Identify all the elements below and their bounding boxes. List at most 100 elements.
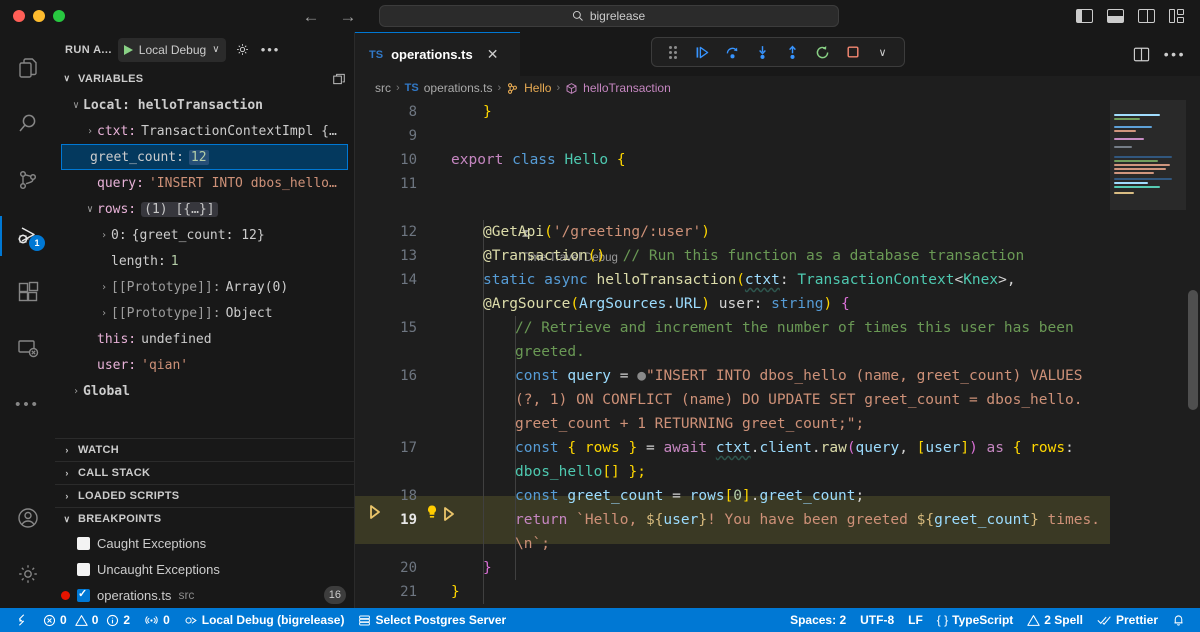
status-postgres-server[interactable]: Select Postgres Server bbox=[351, 608, 513, 632]
ellipsis-icon: ••• bbox=[15, 395, 40, 413]
ellipsis-icon[interactable]: ••• bbox=[1164, 46, 1186, 62]
split-editor-icon[interactable] bbox=[1133, 47, 1150, 62]
variable-row-ctxt[interactable]: › ctxt: TransactionContextImpl {… bbox=[55, 118, 354, 144]
status-spell-check[interactable]: 2 Spell bbox=[1020, 608, 1090, 632]
sidebar-item-source-control[interactable] bbox=[0, 152, 55, 208]
section-breakpoints-header[interactable]: ∨ BREAKPOINTS bbox=[55, 507, 354, 530]
chevron-right-icon[interactable]: › bbox=[83, 126, 97, 137]
status-language-mode[interactable]: { } TypeScript bbox=[930, 608, 1020, 632]
chevron-right-icon[interactable]: › bbox=[97, 282, 111, 293]
open-launch-config-button[interactable] bbox=[232, 39, 254, 61]
status-encoding[interactable]: UTF-8 bbox=[853, 608, 901, 632]
sidebar-more-actions-button[interactable]: ••• bbox=[260, 39, 282, 61]
variable-row-index-0[interactable]: › 0: {greet_count: 12} bbox=[55, 222, 354, 248]
settings-button[interactable] bbox=[0, 546, 55, 602]
breadcrumb-item-class[interactable]: Hello bbox=[524, 81, 551, 95]
section-variables-header[interactable]: ∨ VARIABLES bbox=[55, 67, 354, 90]
error-icon bbox=[43, 614, 56, 626]
quick-open-value: bigrelease bbox=[589, 9, 646, 23]
code-content[interactable]: } export class Hello { ⧗ Time Travel Deb… bbox=[428, 100, 1200, 608]
section-loaded-scripts-header[interactable]: › LOADED SCRIPTS bbox=[55, 484, 354, 507]
split-view-icon[interactable] bbox=[332, 72, 346, 86]
sidebar-item-run-and-debug[interactable]: 1 bbox=[0, 208, 55, 264]
stop-button[interactable] bbox=[840, 40, 866, 64]
variable-row-greet-count[interactable]: greet_count: 12 bbox=[61, 144, 348, 170]
variable-row-query[interactable]: query: 'INSERT INTO dbos_hello… bbox=[55, 170, 354, 196]
maximize-window-button[interactable] bbox=[53, 10, 65, 22]
play-icon[interactable] bbox=[123, 44, 133, 55]
restart-icon bbox=[816, 45, 829, 58]
chevron-down-icon[interactable]: ∨ bbox=[69, 100, 83, 111]
breakpoint-operations-ts[interactable]: operations.ts src 16 bbox=[55, 582, 354, 608]
toggle-primary-sidebar-icon[interactable] bbox=[1076, 9, 1093, 23]
step-over-button[interactable] bbox=[720, 40, 746, 64]
editor-gutter[interactable]: 8 9 10 11 12 13 14 15 16 17 18 19 20 21 bbox=[355, 100, 433, 608]
status-ports[interactable]: 0 bbox=[137, 608, 177, 632]
sidebar-item-remote-explorer[interactable] bbox=[0, 320, 55, 376]
continue-button[interactable] bbox=[690, 40, 716, 64]
sidebar-item-search[interactable] bbox=[0, 96, 55, 152]
minimap[interactable] bbox=[1110, 100, 1186, 608]
chevron-right-icon[interactable]: › bbox=[69, 386, 83, 397]
close-window-button[interactable] bbox=[13, 10, 25, 22]
breadcrumb-item-src[interactable]: src bbox=[375, 81, 391, 95]
lightbulb-icon[interactable] bbox=[425, 504, 439, 529]
tab-operations-ts[interactable]: TS operations.ts ✕ bbox=[355, 32, 520, 76]
variable-row-prototype-array[interactable]: › [[Prototype]]: Array(0) bbox=[55, 274, 354, 300]
checkbox[interactable] bbox=[77, 587, 90, 602]
chevron-right-icon[interactable]: › bbox=[97, 230, 111, 241]
grip-icon[interactable] bbox=[660, 40, 686, 64]
sidebar-item-extensions[interactable] bbox=[0, 264, 55, 320]
variable-row-global[interactable]: › Global bbox=[55, 378, 354, 404]
sidebar-item-explorer[interactable] bbox=[0, 40, 55, 96]
chevron-right-icon: › bbox=[65, 468, 69, 478]
variables-tree[interactable]: ∨ Local: helloTransaction › ctxt: Transa… bbox=[55, 90, 354, 438]
sidebar-item-more[interactable]: ••• bbox=[0, 376, 55, 432]
breadcrumb-item-file[interactable]: operations.ts bbox=[424, 81, 493, 95]
typescript-icon: TS bbox=[369, 48, 384, 61]
toggle-secondary-sidebar-icon[interactable] bbox=[1138, 9, 1155, 23]
restart-button[interactable] bbox=[810, 40, 836, 64]
status-notifications[interactable] bbox=[1165, 608, 1192, 632]
status-indentation[interactable]: Spaces: 2 bbox=[783, 608, 853, 632]
debug-configuration-select[interactable]: Local Debug ∨ bbox=[117, 37, 226, 62]
status-prettier[interactable]: Prettier bbox=[1090, 608, 1165, 632]
checkbox[interactable] bbox=[77, 562, 90, 576]
close-icon[interactable]: ✕ bbox=[487, 46, 499, 63]
code-editor[interactable]: 8 9 10 11 12 13 14 15 16 17 18 19 20 21 … bbox=[355, 100, 1200, 608]
status-debug-session[interactable]: Local Debug (bigrelease) bbox=[177, 608, 352, 632]
variable-row-scope[interactable]: ∨ Local: helloTransaction bbox=[55, 92, 354, 118]
debug-session-label: Local Debug (bigrelease) bbox=[201, 613, 345, 627]
debug-more-button[interactable]: ∨ bbox=[870, 40, 896, 64]
toggle-panel-icon[interactable] bbox=[1107, 9, 1124, 23]
chevron-down-icon[interactable]: ∨ bbox=[212, 44, 219, 55]
chevron-right-icon[interactable]: › bbox=[97, 308, 111, 319]
back-icon[interactable]: ← bbox=[303, 8, 320, 25]
breadcrumb-item-method[interactable]: helloTransaction bbox=[583, 81, 671, 95]
status-remote-indicator[interactable] bbox=[8, 608, 36, 632]
section-watch-header[interactable]: › WATCH bbox=[55, 438, 354, 461]
status-eol[interactable]: LF bbox=[901, 608, 930, 632]
variable-row-rows[interactable]: ∨ rows: (1) [{…}] bbox=[55, 196, 354, 222]
breakpoint-caught-exceptions[interactable]: Caught Exceptions bbox=[55, 530, 354, 556]
navigation-arrows: ← → bbox=[303, 8, 357, 25]
accounts-button[interactable] bbox=[0, 490, 55, 546]
variable-row-this[interactable]: this: undefined bbox=[55, 326, 354, 352]
quick-open-input[interactable]: bigrelease bbox=[378, 5, 839, 27]
variable-row-length[interactable]: length: 1 bbox=[55, 248, 354, 274]
chevron-down-icon: ∨ bbox=[878, 46, 887, 59]
customize-layout-icon[interactable] bbox=[1169, 9, 1186, 23]
forward-icon[interactable]: → bbox=[340, 8, 357, 25]
checkbox[interactable] bbox=[77, 536, 90, 550]
variable-row-user[interactable]: user: 'qian' bbox=[55, 352, 354, 378]
step-into-button[interactable] bbox=[750, 40, 776, 64]
step-out-button[interactable] bbox=[780, 40, 806, 64]
status-problems[interactable]: 0 0 2 bbox=[36, 608, 137, 632]
section-call-stack-header[interactable]: › CALL STACK bbox=[55, 461, 354, 484]
minimize-window-button[interactable] bbox=[33, 10, 45, 22]
editor-scrollbar[interactable] bbox=[1188, 290, 1198, 410]
variable-name: query: bbox=[97, 175, 144, 191]
variable-row-prototype-object[interactable]: › [[Prototype]]: Object bbox=[55, 300, 354, 326]
chevron-down-icon[interactable]: ∨ bbox=[83, 204, 97, 215]
breakpoint-uncaught-exceptions[interactable]: Uncaught Exceptions bbox=[55, 556, 354, 582]
